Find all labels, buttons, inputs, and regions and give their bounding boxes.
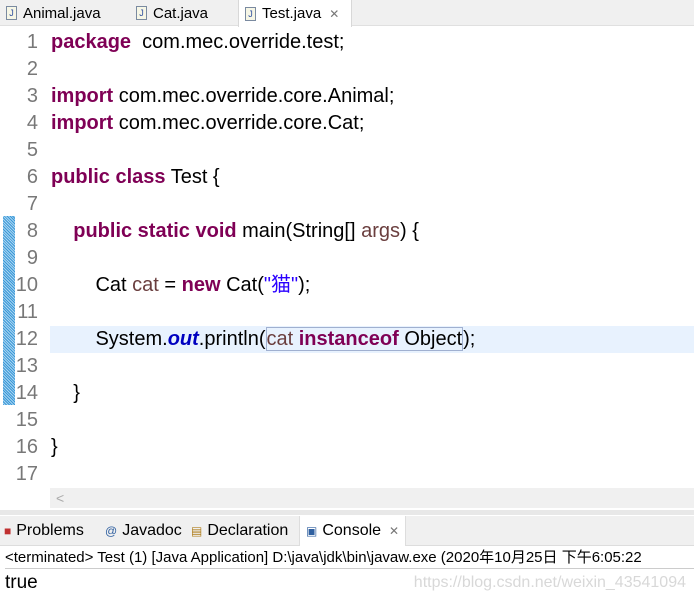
code-token: Cat( xyxy=(220,274,264,296)
code-token: new xyxy=(181,274,221,296)
line-number: 9 xyxy=(26,247,38,269)
code-line[interactable]: } xyxy=(51,434,58,461)
line-number: 17 xyxy=(15,463,38,485)
java-file-warning-icon: J xyxy=(245,6,256,21)
close-icon[interactable]: ✕ xyxy=(389,524,399,538)
code-token: Cat xyxy=(51,274,133,296)
code-line[interactable]: import com.mec.override.core.Animal; xyxy=(51,83,394,110)
line-number: 10 xyxy=(15,274,38,296)
code-token: "猫" xyxy=(263,274,299,296)
line-number: 13 xyxy=(15,355,38,377)
watermark: https://blog.csdn.net/weixin_43541094 xyxy=(413,574,686,591)
code-token: cat xyxy=(266,328,299,350)
code-token: args xyxy=(361,220,400,242)
declaration-icon: ▤ xyxy=(191,524,203,538)
code-token: ) { xyxy=(399,220,419,242)
code-token: public class xyxy=(51,166,166,188)
panel-tab-bar: ■ Problems @ Javadoc ▤ Declaration ▣ Console… xyxy=(0,516,694,546)
tab-problems[interactable]: ■ Problems xyxy=(4,516,84,546)
divider xyxy=(0,510,694,515)
line-number: 11 xyxy=(17,301,38,323)
line-number: 8 xyxy=(26,220,38,242)
line-number: 12 xyxy=(15,328,38,350)
code-line[interactable]: public class Test { xyxy=(51,164,220,191)
editor-tab-bar: J Animal.java J Cat.java J Test.java ✕ xyxy=(0,0,694,27)
code-token: ); xyxy=(463,328,476,350)
code-line[interactable]: public static void main(String[] args) { xyxy=(51,218,419,245)
code-editor[interactable]: 1 package com.mec.override.test; 2 3 import … xyxy=(0,27,694,487)
scroll-left-icon[interactable]: < xyxy=(56,490,64,506)
problems-icon: ■ xyxy=(4,524,12,538)
java-file-icon: J xyxy=(136,6,147,20)
code-token: com.mec.override.core.Cat; xyxy=(113,112,365,134)
at-icon: @ xyxy=(105,524,118,538)
close-icon[interactable]: ✕ xyxy=(329,7,339,21)
code-token: public static void xyxy=(73,220,237,242)
code-token: package xyxy=(51,31,132,53)
occurrence-highlight: cat instanceof Object xyxy=(265,327,464,351)
code-token: } xyxy=(51,382,80,404)
code-token: import xyxy=(51,85,114,107)
code-token: ); xyxy=(298,274,311,296)
horizontal-scrollbar[interactable]: < xyxy=(50,488,694,508)
code-token: com.mec.override.test; xyxy=(131,31,345,53)
tab-javadoc[interactable]: @ Javadoc xyxy=(105,516,182,546)
code-token: instanceof xyxy=(298,328,399,350)
code-token: = xyxy=(158,274,182,296)
code-line[interactable]: Cat cat = new Cat("猫"); xyxy=(51,272,310,299)
line-number: 16 xyxy=(15,436,38,458)
line-number: 4 xyxy=(26,112,38,134)
tab-test-java[interactable]: J Test.java ✕ xyxy=(238,0,352,27)
console-header: <terminated> Test (1) [Java Application]… xyxy=(5,547,694,569)
code-token: import xyxy=(51,112,114,134)
tab-cat-java[interactable]: J Cat.java xyxy=(130,0,238,26)
code-line[interactable]: package com.mec.override.test; xyxy=(51,29,344,56)
tab-animal-java[interactable]: J Animal.java xyxy=(0,0,130,26)
line-number: 6 xyxy=(26,166,38,188)
code-token: com.mec.override.core.Animal; xyxy=(113,85,395,107)
line-number: 5 xyxy=(26,139,38,161)
tab-declaration[interactable]: ▤ Declaration xyxy=(191,516,288,546)
code-token: System. xyxy=(51,328,168,350)
code-token: Test { xyxy=(165,166,220,188)
line-number: 2 xyxy=(26,58,38,80)
code-token: main(String[] xyxy=(236,220,362,242)
tab-console[interactable]: ▣ Console ✕ xyxy=(299,516,407,546)
code-token: .println( xyxy=(198,328,266,350)
code-token: } xyxy=(51,436,58,458)
console-icon: ▣ xyxy=(306,524,318,538)
java-file-icon: J xyxy=(6,6,17,20)
line-number: 3 xyxy=(26,85,38,107)
console-output: true xyxy=(5,572,38,593)
code-token: cat xyxy=(132,274,159,296)
code-token: Object xyxy=(398,328,463,350)
code-line[interactable]: import com.mec.override.core.Cat; xyxy=(51,110,364,137)
code-token: out xyxy=(167,328,199,350)
line-number: 1 xyxy=(26,31,38,53)
line-number: 7 xyxy=(26,193,38,215)
line-number: 15 xyxy=(15,409,38,431)
code-line[interactable]: System.out.println(cat instanceof Object… xyxy=(51,326,475,353)
line-number: 14 xyxy=(15,382,38,404)
code-line[interactable]: } xyxy=(51,380,80,407)
